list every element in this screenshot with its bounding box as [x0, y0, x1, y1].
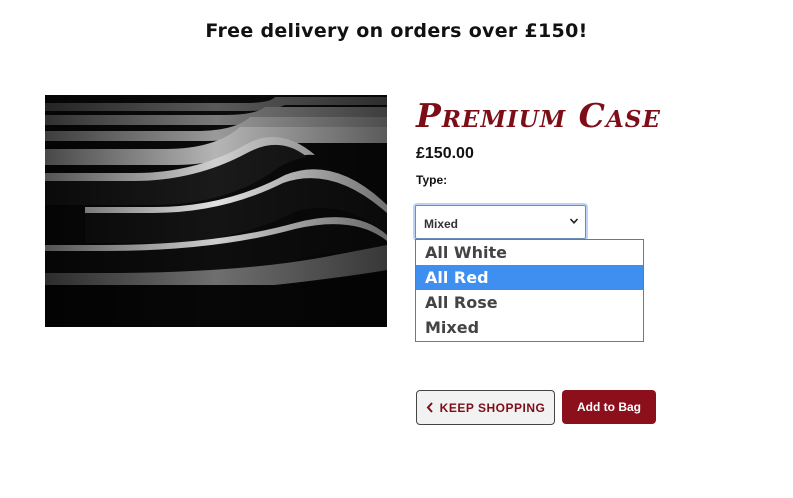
product-price: £150.00 — [416, 145, 474, 162]
product-image — [45, 95, 387, 327]
type-dropdown-list[interactable]: All White All Red All Rose Mixed — [415, 239, 644, 342]
type-label: Type: — [416, 173, 448, 187]
keep-shopping-button[interactable]: KEEP SHOPPING — [416, 390, 555, 425]
delivery-banner: Free delivery on orders over £150! — [205, 20, 588, 42]
type-option-all-white[interactable]: All White — [416, 240, 643, 265]
chevron-down-icon — [569, 218, 579, 224]
keep-shopping-label: KEEP SHOPPING — [439, 400, 546, 415]
add-to-bag-label: Add to Bag — [577, 400, 641, 414]
type-select[interactable]: Mixed — [415, 205, 586, 239]
type-option-all-rose[interactable]: All Rose — [416, 290, 643, 315]
add-to-bag-button[interactable]: Add to Bag — [562, 390, 656, 424]
chevron-left-icon — [426, 402, 433, 413]
product-title: Premium Case — [416, 96, 661, 135]
type-option-all-red[interactable]: All Red — [416, 265, 643, 290]
type-option-mixed[interactable]: Mixed — [416, 315, 643, 340]
type-select-value: Mixed — [424, 217, 459, 231]
